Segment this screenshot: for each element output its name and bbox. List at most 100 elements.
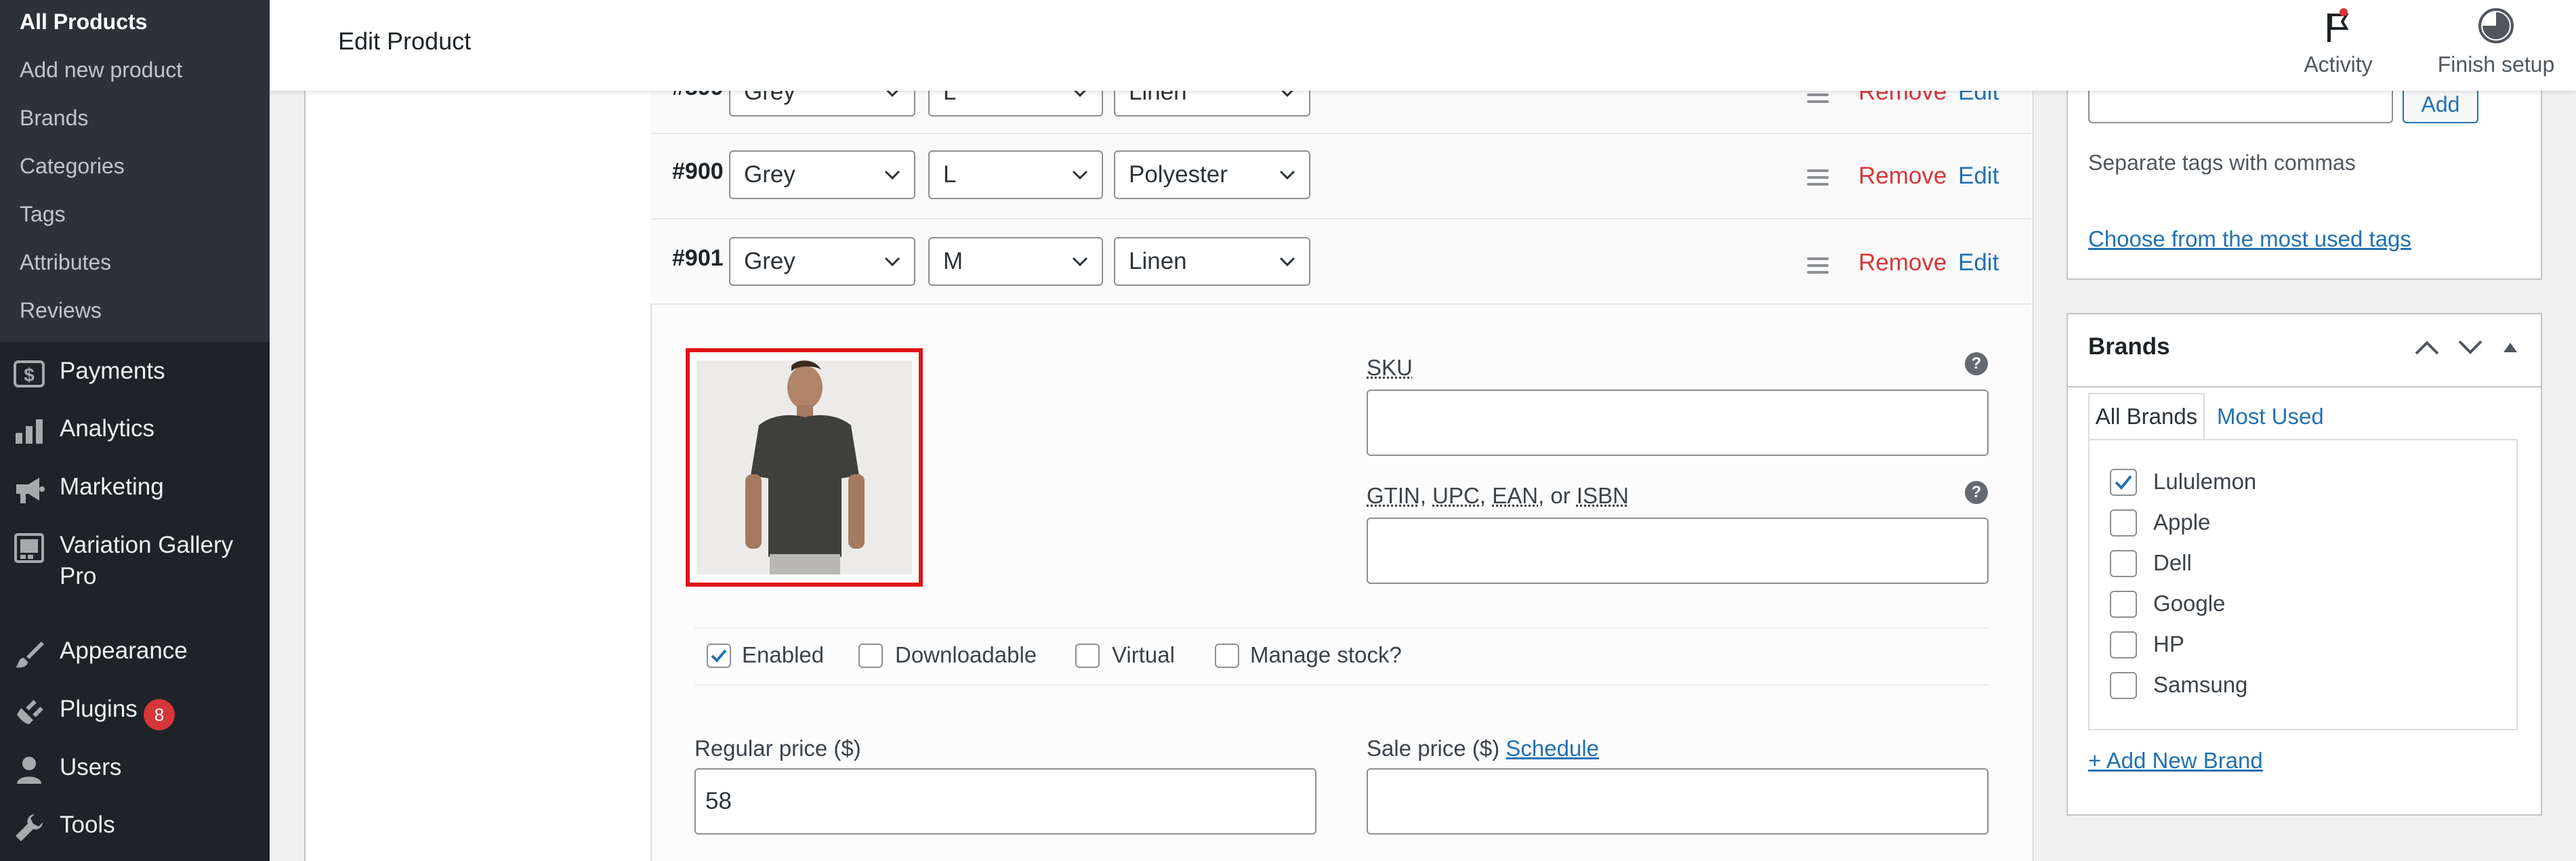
dollar-icon: $ <box>12 357 46 391</box>
tab-most-used[interactable]: Most Used <box>2217 393 2324 440</box>
svg-text:$: $ <box>24 364 35 385</box>
brand-checkbox[interactable] <box>2110 509 2137 537</box>
material-select[interactable]: Linen <box>1114 237 1310 286</box>
submenu-attributes[interactable]: Attributes <box>20 250 111 275</box>
regular-price-input[interactable] <box>694 768 1316 835</box>
menu-tools[interactable]: Tools <box>0 804 270 852</box>
enabled-label: Enabled <box>742 642 825 667</box>
variation-row-expanded[interactable]: #901 Grey M Linen Remove Edit <box>650 219 2031 305</box>
menu-label: Users <box>60 754 122 780</box>
select-value: Grey <box>744 248 795 274</box>
edit-variation-link[interactable]: Edit <box>1958 163 1999 190</box>
variation-id: #900 <box>672 159 724 184</box>
size-select[interactable]: M <box>928 237 1103 286</box>
tags-hint: Separate tags with commas <box>2088 150 2356 175</box>
finish-setup-label: Finish setup <box>2437 52 2555 77</box>
menu-analytics[interactable]: Analytics <box>0 408 270 455</box>
collapse-toggle-icon[interactable] <box>2501 339 2519 358</box>
sku-input[interactable] <box>1367 390 1989 456</box>
menu-plugins[interactable]: Plugins 8 <box>0 688 270 736</box>
menu-label: Tools <box>60 812 115 838</box>
admin-sidebar: All Products Add new product Brands Cate… <box>0 0 270 861</box>
menu-variation-gallery-pro[interactable]: Variation Gallery Pro <box>0 524 270 600</box>
drag-handle-icon[interactable] <box>1807 257 1829 278</box>
select-value: Linen <box>1129 248 1187 274</box>
activity-button[interactable]: Activity <box>2298 0 2379 91</box>
submenu-all-products[interactable]: All Products <box>20 9 147 35</box>
brand-checkbox[interactable] <box>2110 469 2137 496</box>
submenu-tags[interactable]: Tags <box>20 202 66 227</box>
menu-users[interactable]: Users <box>0 747 270 794</box>
material-select[interactable]: Polyester <box>1114 150 1310 199</box>
tab-all-brands[interactable]: All Brands <box>2088 393 2205 440</box>
variation-row[interactable]: #900 Grey L Polyester Remove Edit <box>650 134 2031 219</box>
gtin-input[interactable] <box>1367 518 1989 584</box>
menu-label: Appearance <box>60 637 188 664</box>
size-select[interactable]: L <box>928 150 1103 199</box>
manage-stock-checkbox[interactable] <box>1215 644 1239 668</box>
chevron-down-icon <box>1275 152 1300 198</box>
megaphone-icon <box>12 473 46 507</box>
chevron-down-icon <box>880 152 905 198</box>
drag-handle-icon[interactable] <box>1807 169 1829 190</box>
chevron-down-icon <box>1275 238 1300 285</box>
brand-label: HP <box>2153 631 2184 656</box>
brand-label: Samsung <box>2153 672 2248 697</box>
submenu-add-new-product[interactable]: Add new product <box>20 58 182 83</box>
choose-tags-link[interactable]: Choose from the most used tags <box>2088 226 2411 252</box>
plugins-update-badge: 8 <box>144 699 175 730</box>
select-value: L <box>943 161 957 188</box>
sku-label: SKU <box>1367 355 1413 380</box>
bar-chart-icon <box>12 415 46 448</box>
virtual-label: Virtual <box>1112 642 1175 667</box>
brand-label: Dell <box>2153 550 2192 575</box>
add-new-brand-link[interactable]: + Add New Brand <box>2088 748 2263 774</box>
color-select[interactable]: Grey <box>729 150 915 199</box>
finish-setup-button[interactable]: Finish setup <box>2435 0 2557 91</box>
menu-label-line2: Pro <box>60 563 97 589</box>
edit-variation-link[interactable]: Edit <box>1958 249 1999 276</box>
chevron-down-icon <box>880 238 905 285</box>
wrench-icon <box>12 811 46 845</box>
submenu-brands[interactable]: Brands <box>20 106 88 131</box>
add-tag-button[interactable]: Add <box>2403 89 2478 123</box>
remove-variation-link[interactable]: Remove <box>1858 249 1947 276</box>
divider <box>2068 386 2541 387</box>
menu-appearance[interactable]: Appearance <box>0 630 270 677</box>
variation-options-row: Enabled Downloadable Virtual Manage stoc… <box>694 627 1989 686</box>
remove-variation-link[interactable]: Remove <box>1858 163 1947 190</box>
move-up-icon[interactable] <box>2413 337 2440 361</box>
menu-payments[interactable]: $ Payments <box>0 350 270 398</box>
help-icon[interactable]: ? <box>1965 352 1988 375</box>
chevron-down-icon <box>1068 152 1092 198</box>
move-down-icon[interactable] <box>2457 337 2484 361</box>
variation-id: #901 <box>672 245 724 271</box>
virtual-checkbox[interactable] <box>1075 644 1100 668</box>
top-header-bar: Edit Product Activity Finish setup <box>270 0 2576 91</box>
flag-icon <box>2298 5 2379 46</box>
submenu-reviews[interactable]: Reviews <box>20 298 102 323</box>
color-select[interactable]: Grey <box>729 237 915 286</box>
variation-image-upload[interactable] <box>686 348 923 587</box>
product-tags-box: Add Separate tags with commas Choose fro… <box>2066 89 2542 280</box>
menu-marketing[interactable]: Marketing <box>0 466 270 513</box>
brand-label: Apple <box>2153 509 2211 534</box>
brush-icon <box>12 637 46 671</box>
help-icon[interactable]: ? <box>1965 481 1988 504</box>
downloadable-checkbox[interactable] <box>858 644 883 668</box>
chevron-down-icon <box>1068 238 1092 285</box>
select-value: Polyester <box>1129 161 1228 188</box>
manage-stock-label: Manage stock? <box>1250 642 1402 667</box>
brand-checkbox[interactable] <box>2110 550 2137 577</box>
downloadable-label: Downloadable <box>895 642 1037 667</box>
brands-box: Brands All Brands Most Used Lululemon Ap… <box>2066 313 2542 816</box>
brand-checkbox[interactable] <box>2110 591 2137 618</box>
brand-checkbox[interactable] <box>2110 672 2137 699</box>
menu-label: Payments <box>60 358 165 384</box>
sale-price-input[interactable] <box>1367 768 1989 835</box>
schedule-link[interactable]: Schedule <box>1505 736 1599 761</box>
submenu-categories[interactable]: Categories <box>20 154 125 179</box>
new-tag-input[interactable] <box>2088 89 2393 123</box>
enabled-checkbox[interactable] <box>707 644 731 668</box>
brand-checkbox[interactable] <box>2110 631 2137 658</box>
